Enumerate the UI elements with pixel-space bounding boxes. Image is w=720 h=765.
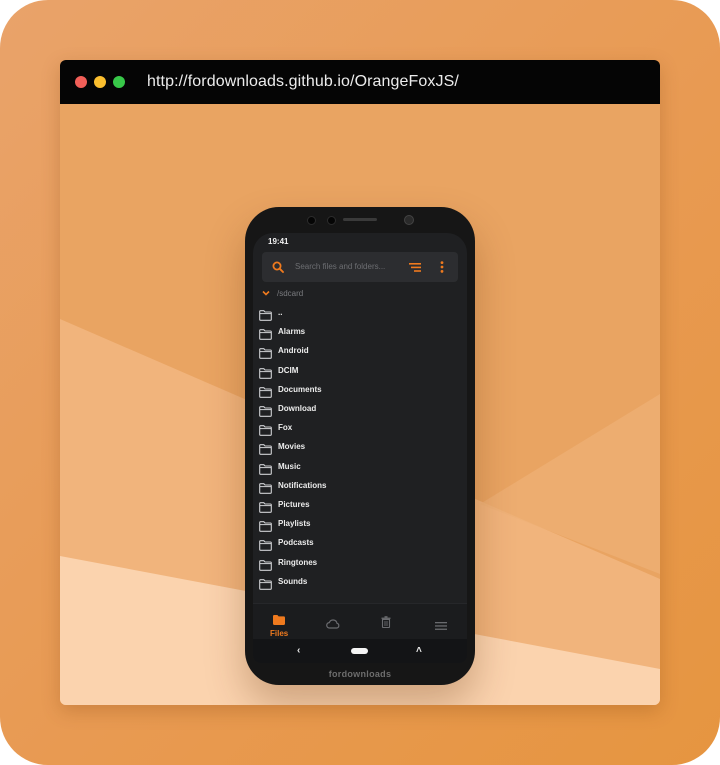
search-input[interactable]: Search files and folders...	[295, 262, 385, 271]
camera-icon	[404, 215, 414, 225]
home-button[interactable]	[351, 648, 368, 654]
nav-trash[interactable]	[381, 615, 391, 633]
folder-icon	[273, 615, 286, 625]
file-name: Sounds	[278, 576, 308, 586]
minimize-window-button[interactable]	[94, 76, 106, 88]
close-window-button[interactable]	[75, 76, 87, 88]
nav-cloud[interactable]	[326, 616, 340, 634]
list-item[interactable]: Android	[253, 342, 467, 361]
list-item[interactable]: Alarms	[253, 323, 467, 342]
background-frame: http://fordownloads.github.io/OrangeFoxJ…	[0, 0, 720, 765]
nav-files[interactable]: Files	[270, 612, 288, 638]
breadcrumb[interactable]: /sdcard	[262, 287, 303, 299]
list-item[interactable]: Movies	[253, 438, 467, 457]
list-item[interactable]: DCIM	[253, 362, 467, 381]
file-name: Notifications	[278, 480, 327, 490]
nav-files-label: Files	[270, 629, 289, 638]
address-bar-url[interactable]: http://fordownloads.github.io/OrangeFoxJ…	[147, 73, 459, 91]
back-icon[interactable]: ‹	[297, 645, 300, 656]
sort-icon[interactable]	[409, 263, 421, 272]
file-name: Playlists	[278, 519, 311, 529]
list-item[interactable]: Podcasts	[253, 534, 467, 553]
file-name: Movies	[278, 442, 306, 452]
list-item[interactable]: Sounds	[253, 573, 467, 592]
browser-titlebar: http://fordownloads.github.io/OrangeFoxJ…	[60, 60, 660, 104]
list-item[interactable]: Music	[253, 458, 467, 477]
folder-icon	[259, 577, 272, 595]
list-item[interactable]: Ringtones	[253, 554, 467, 573]
list-item[interactable]: Fox	[253, 419, 467, 438]
search-icon[interactable]	[272, 261, 284, 273]
list-item[interactable]: Pictures	[253, 496, 467, 515]
phone-brand: fordownloads	[328, 669, 392, 679]
file-name: DCIM	[278, 365, 299, 375]
nav-menu[interactable]	[435, 617, 447, 635]
file-name: Download	[278, 404, 317, 413]
list-item[interactable]: ..	[253, 304, 467, 323]
trash-icon	[381, 616, 391, 629]
list-item[interactable]: Download	[253, 400, 467, 419]
more-vert-icon[interactable]	[440, 261, 444, 273]
browser-window: http://fordownloads.github.io/OrangeFoxJ…	[60, 60, 660, 705]
file-name: Music	[278, 461, 301, 471]
file-name: Alarms	[278, 327, 306, 337]
chevron-up-icon[interactable]: ˄	[416, 645, 422, 656]
phone-speaker	[343, 218, 377, 221]
search-bar[interactable]: Search files and folders...	[262, 252, 458, 282]
list-item[interactable]: Documents	[253, 381, 467, 400]
list-item[interactable]: Playlists	[253, 515, 467, 534]
cloud-icon	[326, 619, 340, 629]
file-name: Android	[278, 346, 309, 356]
file-name: ..	[278, 308, 283, 317]
file-name: Fox	[278, 423, 293, 433]
phone-screen: 19:41 Search files and folders... /sdcar…	[253, 233, 467, 663]
phone-mockup: 19:41 Search files and folders... /sdcar…	[245, 207, 475, 685]
browser-viewport: 19:41 Search files and folders... /sdcar…	[60, 104, 660, 705]
current-path: /sdcard	[277, 288, 304, 298]
system-navigation-bar: ‹ ˄	[253, 639, 467, 663]
menu-icon	[435, 622, 447, 630]
file-name: Documents	[278, 384, 322, 394]
file-name: Podcasts	[278, 538, 314, 548]
chevron-down-icon	[262, 290, 270, 296]
file-name: Pictures	[278, 500, 310, 509]
list-item[interactable]: Notifications	[253, 477, 467, 496]
bottom-navigation: Files	[253, 603, 467, 640]
file-name: Ringtones	[278, 557, 318, 567]
maximize-window-button[interactable]	[113, 76, 125, 88]
camera-icon	[327, 216, 336, 225]
status-time: 19:41	[268, 237, 289, 246]
camera-icon	[307, 216, 316, 225]
